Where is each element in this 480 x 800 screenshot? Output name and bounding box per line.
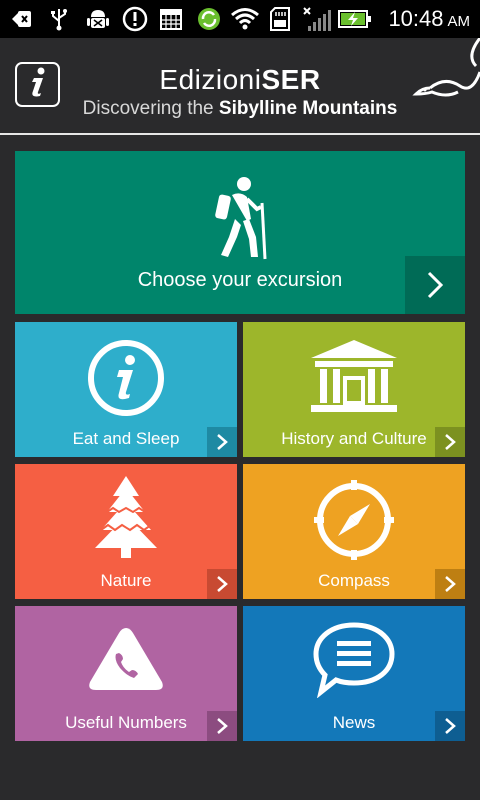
speech-bubble-icon xyxy=(311,620,397,703)
info-circle-icon xyxy=(86,338,166,423)
temple-icon xyxy=(307,338,401,419)
chevron-right-icon[interactable] xyxy=(435,569,465,599)
tile-label: Nature xyxy=(100,571,152,590)
compass-icon xyxy=(314,480,394,565)
chevron-right-icon[interactable] xyxy=(207,711,237,741)
tile-label: Compass xyxy=(318,571,390,590)
app-subtitle: Discovering the Sibylline Mountains xyxy=(82,98,398,119)
usb-icon xyxy=(48,7,70,31)
phone-triangle-icon xyxy=(86,624,166,699)
signal-icon xyxy=(302,7,334,31)
tile-nature[interactable]: Nature xyxy=(15,464,237,599)
chevron-right-icon[interactable] xyxy=(405,256,465,314)
tile-history-and-culture[interactable]: History and Culture xyxy=(243,322,465,457)
header-divider xyxy=(0,133,480,135)
status-bar: 10:48 AM xyxy=(0,0,480,38)
tile-eat-and-sleep[interactable]: Eat and Sleep xyxy=(15,322,237,457)
chevron-right-icon[interactable] xyxy=(207,427,237,457)
tile-label: History and Culture xyxy=(281,429,427,448)
chevron-right-icon[interactable] xyxy=(207,569,237,599)
tile-choose-excursion[interactable]: Choose your excursion xyxy=(15,151,465,314)
app-title: EdizioniSER xyxy=(159,64,321,95)
tile-label: Useful Numbers xyxy=(65,713,187,732)
tile-label: Choose your excursion xyxy=(137,269,343,291)
wifi-icon xyxy=(230,7,260,31)
hiker-icon xyxy=(207,175,273,266)
sd-card-icon xyxy=(270,7,290,31)
bird-logo-icon xyxy=(410,37,480,118)
tile-news[interactable]: News xyxy=(243,606,465,741)
tile-label: Eat and Sleep xyxy=(72,429,180,448)
tile-label: News xyxy=(332,713,376,732)
calendar-icon xyxy=(160,7,182,31)
sync-icon xyxy=(196,7,222,31)
chevron-right-icon[interactable] xyxy=(435,427,465,457)
android-debug-icon xyxy=(86,7,110,31)
tile-compass[interactable]: Compass xyxy=(243,464,465,599)
back-icon xyxy=(12,7,32,31)
tree-icon xyxy=(93,474,159,565)
chevron-right-icon[interactable] xyxy=(435,711,465,741)
tile-useful-numbers[interactable]: Useful Numbers xyxy=(15,606,237,741)
status-time: 10:48 AM xyxy=(388,6,470,31)
app-header: EdizioniSER Discovering the Sibylline Mo… xyxy=(0,37,480,134)
alert-icon xyxy=(122,6,148,32)
battery-charging-icon xyxy=(338,7,372,31)
